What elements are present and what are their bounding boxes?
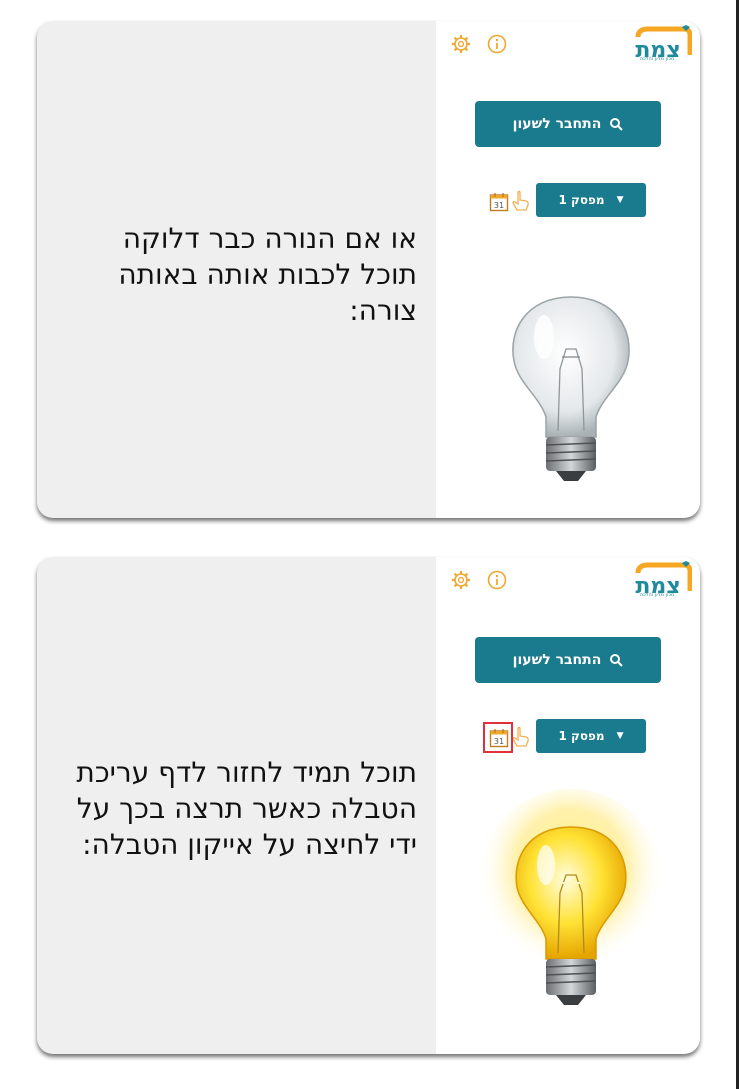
tutorial-slide-2: תוכל תמיד לחזור לדף עריכת הטבלה כאשר תרצ… (37, 557, 700, 1054)
switch-dropdown[interactable]: ▼ מפסק 1 (536, 183, 646, 217)
logo-subtitle: מכון מדע והלכה (639, 592, 675, 598)
info-icon[interactable] (487, 34, 507, 54)
calendar-icon[interactable]: 31 (489, 192, 509, 212)
caption-line: הטבלה כאשר תרצה בכך על (76, 792, 417, 825)
connect-label: התחבר לשעון (512, 652, 602, 668)
light-bulb-icon (512, 296, 630, 481)
logo-subtitle: מכון מדע והלכה (639, 56, 675, 62)
settings-gear-icon[interactable] (451, 570, 471, 590)
caption-line: צורה: (349, 294, 417, 327)
app-screen: צמת מכון מדע והלכה התחבר לשעון ▼ מפסק 1 … (436, 21, 700, 518)
search-icon (610, 654, 624, 667)
switch-label: מפסק 1 (558, 729, 605, 743)
tutorial-slide-1: או אם הנורה כבר דלוקה תוכל לכבות אותה בא… (37, 21, 700, 518)
calendar-icon[interactable]: 31 (489, 728, 509, 748)
switch-dropdown[interactable]: ▼ מפסק 1 (536, 719, 646, 753)
switch-label: מפסק 1 (558, 193, 605, 207)
caption-line: תוכל לכבות אותה באותה (118, 258, 417, 291)
calendar-day: 31 (494, 737, 504, 746)
slide-caption: או אם הנורה כבר דלוקה תוכל לכבות אותה בא… (47, 221, 417, 329)
search-icon (610, 118, 624, 131)
info-icon[interactable] (487, 570, 507, 590)
calendar-day: 31 (494, 201, 504, 210)
slide-caption: תוכל תמיד לחזור לדף עריכת הטבלה כאשר תרצ… (47, 755, 417, 863)
connect-to-clock-button[interactable]: התחבר לשעון (475, 101, 661, 147)
hand-pointer-icon (512, 190, 529, 211)
app-logo: צמת (635, 25, 692, 63)
app-screen: צמת מכון מדע והלכה התחבר לשעון ▼ מפסק 1 … (436, 557, 700, 1054)
chevron-down-icon: ▼ (616, 731, 624, 741)
app-logo: צמת (635, 561, 692, 599)
caption-line: תוכל תמיד לחזור לדף עריכת (76, 756, 417, 789)
connect-to-clock-button[interactable]: התחבר לשעון (475, 637, 661, 683)
caption-line: או אם הנורה כבר דלוקה (122, 222, 417, 255)
light-bulb-icon (476, 789, 666, 1005)
settings-gear-icon[interactable] (451, 34, 471, 54)
hand-pointer-icon (512, 726, 529, 747)
chevron-down-icon: ▼ (616, 195, 624, 205)
connect-label: התחבר לשעון (512, 116, 602, 132)
caption-line: ידי לחיצה על אייקון הטבלה: (82, 828, 417, 861)
